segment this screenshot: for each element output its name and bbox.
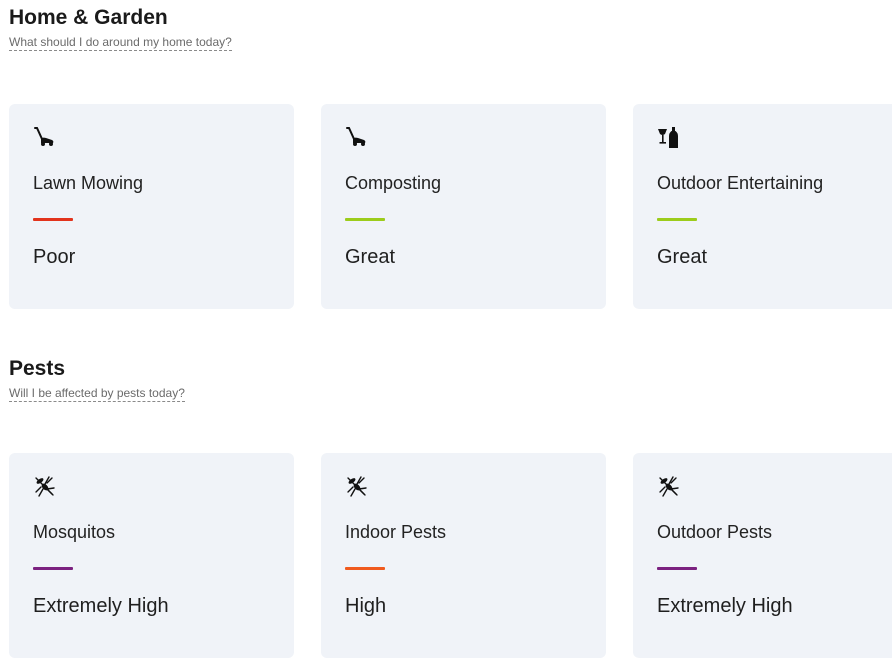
rating-indicator-bar xyxy=(33,567,73,570)
card-rating: Extremely High xyxy=(33,595,169,617)
card-rating: High xyxy=(345,595,387,617)
card-title: Indoor Pests xyxy=(345,522,447,542)
rating-indicator-bar xyxy=(657,218,697,221)
rating-indicator-bar xyxy=(345,567,385,570)
pests-subtitle[interactable]: Will I be affected by pests today? xyxy=(9,386,185,402)
card-title: Lawn Mowing xyxy=(33,173,144,193)
card-title: Composting xyxy=(345,173,442,193)
card-lawn-mowing[interactable]: Lawn Mowing Poor xyxy=(9,104,294,309)
home-garden-subtitle[interactable]: What should I do around my home today? xyxy=(9,35,232,51)
wine-glass-bottle-icon xyxy=(657,126,683,152)
lawn-mower-icon xyxy=(345,126,371,152)
card-composting[interactable]: Composting Great xyxy=(321,104,606,309)
rating-indicator-bar xyxy=(33,218,73,221)
home-garden-cards: Lawn Mowing Poor Composting Great Outdoo… xyxy=(9,104,892,309)
pests-title: Pests xyxy=(9,357,66,380)
card-title: Outdoor Entertaining xyxy=(657,173,824,193)
mosquito-icon xyxy=(33,475,59,501)
home-garden-title: Home & Garden xyxy=(9,6,168,29)
card-mosquitos[interactable]: Mosquitos Extremely High xyxy=(9,453,294,658)
card-rating: Great xyxy=(657,246,708,268)
rating-indicator-bar xyxy=(345,218,385,221)
rating-indicator-bar xyxy=(657,567,697,570)
card-rating: Extremely High xyxy=(657,595,793,617)
card-indoor-pests[interactable]: Indoor Pests High xyxy=(321,453,606,658)
card-title: Mosquitos xyxy=(33,522,116,542)
pests-cards: Mosquitos Extremely High Indoor Pests Hi… xyxy=(9,453,892,658)
lawn-mower-icon xyxy=(33,126,59,152)
mosquito-icon xyxy=(345,475,371,501)
pests-section: Pests Will I be affected by pests today?… xyxy=(9,355,892,658)
home-garden-section: Home & Garden What should I do around my… xyxy=(9,4,892,309)
card-outdoor-entertaining[interactable]: Outdoor Entertaining Great xyxy=(633,104,892,309)
card-title: Outdoor Pests xyxy=(657,522,773,542)
mosquito-icon xyxy=(657,475,683,501)
card-rating: Great xyxy=(345,246,396,268)
card-outdoor-pests[interactable]: Outdoor Pests Extremely High xyxy=(633,453,892,658)
card-rating: Poor xyxy=(33,246,76,268)
